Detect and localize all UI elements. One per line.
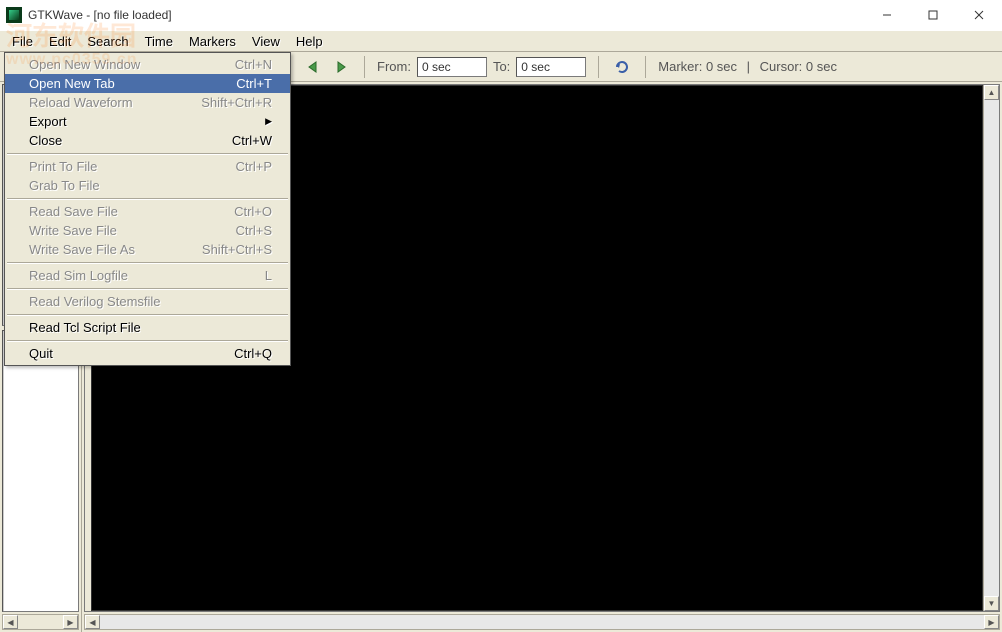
close-button[interactable]	[956, 0, 1002, 30]
marker-status: Marker: 0 sec	[658, 59, 737, 74]
window-controls	[864, 0, 1002, 30]
menu-item-read-tcl-script-file[interactable]: Read Tcl Script File	[5, 318, 290, 337]
app-icon	[6, 7, 22, 23]
menu-item-accel: Shift+Ctrl+S	[202, 242, 272, 257]
menu-item-label: Export	[29, 114, 265, 129]
menu-item-grab-to-file: Grab To File	[5, 176, 290, 195]
menu-item-label: Reload Waveform	[29, 95, 201, 110]
signals-pane[interactable]	[2, 330, 79, 612]
menu-markers[interactable]: Markers	[181, 32, 244, 51]
title-bar: GTKWave - [no file loaded]	[0, 0, 1002, 30]
menu-item-accel: Ctrl+P	[236, 159, 272, 174]
menu-item-write-save-file: Write Save FileCtrl+S	[5, 221, 290, 240]
toolbar-separator	[364, 56, 365, 78]
menu-item-read-sim-logfile: Read Sim LogfileL	[5, 266, 290, 285]
menu-search[interactable]: Search	[79, 32, 136, 51]
minimize-button[interactable]	[864, 0, 910, 30]
menu-item-accel: Ctrl+Q	[234, 346, 272, 361]
menu-item-accel: Ctrl+S	[236, 223, 272, 238]
menu-separator	[7, 314, 288, 315]
menu-separator	[7, 262, 288, 263]
menu-item-accel: Ctrl+O	[234, 204, 272, 219]
menu-item-read-verilog-stemsfile: Read Verilog Stemsfile	[5, 292, 290, 311]
scroll-down-icon[interactable]: ▼	[984, 596, 999, 611]
status-divider: |	[743, 59, 754, 74]
nav-next-button[interactable]	[330, 56, 352, 78]
menu-time[interactable]: Time	[137, 32, 181, 51]
menu-item-accel: Ctrl+W	[232, 133, 272, 148]
window-title: GTKWave - [no file loaded]	[28, 8, 172, 22]
menu-item-label: Open New Window	[29, 57, 235, 72]
from-input[interactable]	[417, 57, 487, 77]
from-label: From:	[377, 59, 411, 74]
menu-item-open-new-tab[interactable]: Open New TabCtrl+T	[5, 74, 290, 93]
menu-item-label: Open New Tab	[29, 76, 236, 91]
menu-edit[interactable]: Edit	[41, 32, 79, 51]
reload-button[interactable]	[611, 56, 633, 78]
menu-item-label: Write Save File As	[29, 242, 202, 257]
menu-item-label: Print To File	[29, 159, 236, 174]
menu-item-accel: L	[265, 268, 272, 283]
menu-separator	[7, 340, 288, 341]
menu-item-accel: Shift+Ctrl+R	[201, 95, 272, 110]
menu-separator	[7, 153, 288, 154]
scroll-up-icon[interactable]: ▲	[984, 85, 999, 100]
menu-item-label: Read Tcl Script File	[29, 320, 272, 335]
scroll-left-icon[interactable]: ◀	[85, 615, 100, 629]
menu-item-label: Read Save File	[29, 204, 234, 219]
menu-item-accel: Ctrl+N	[235, 57, 272, 72]
left-hscrollbar[interactable]: ◀ ▶	[2, 614, 79, 630]
scroll-right-icon[interactable]: ▶	[63, 615, 78, 629]
to-label: To:	[493, 59, 510, 74]
toolbar-separator	[645, 56, 646, 78]
menu-item-label: Close	[29, 133, 232, 148]
menu-item-open-new-window: Open New WindowCtrl+N	[5, 55, 290, 74]
wave-vscrollbar[interactable]: ▲ ▼	[983, 85, 999, 611]
menu-bar: File Edit Search Time Markers View Help	[0, 30, 1002, 52]
scroll-left-icon[interactable]: ◀	[3, 615, 18, 629]
menu-item-print-to-file: Print To FileCtrl+P	[5, 157, 290, 176]
menu-separator	[7, 288, 288, 289]
menu-item-label: Read Sim Logfile	[29, 268, 265, 283]
menu-view[interactable]: View	[244, 32, 288, 51]
menu-item-read-save-file: Read Save FileCtrl+O	[5, 202, 290, 221]
file-menu-dropdown: Open New WindowCtrl+NOpen New TabCtrl+TR…	[4, 52, 291, 366]
to-input[interactable]	[516, 57, 586, 77]
menu-item-label: Read Verilog Stemsfile	[29, 294, 272, 309]
menu-item-label: Quit	[29, 346, 234, 361]
maximize-button[interactable]	[910, 0, 956, 30]
scroll-right-icon[interactable]: ▶	[984, 615, 999, 629]
menu-item-write-save-file-as: Write Save File AsShift+Ctrl+S	[5, 240, 290, 259]
toolbar-separator	[598, 56, 599, 78]
menu-item-label: Grab To File	[29, 178, 272, 193]
menu-help[interactable]: Help	[288, 32, 331, 51]
menu-item-close[interactable]: CloseCtrl+W	[5, 131, 290, 150]
wave-hscrollbar[interactable]: ◀ ▶	[84, 614, 1000, 630]
menu-separator	[7, 198, 288, 199]
nav-prev-button[interactable]	[302, 56, 324, 78]
menu-item-reload-waveform: Reload WaveformShift+Ctrl+R	[5, 93, 290, 112]
menu-item-quit[interactable]: QuitCtrl+Q	[5, 344, 290, 363]
menu-file[interactable]: File	[4, 32, 41, 51]
menu-item-accel: Ctrl+T	[236, 76, 272, 91]
cursor-status: Cursor: 0 sec	[760, 59, 837, 74]
submenu-arrow-icon: ▶	[265, 116, 272, 127]
menu-item-export[interactable]: Export▶	[5, 112, 290, 131]
menu-item-label: Write Save File	[29, 223, 236, 238]
